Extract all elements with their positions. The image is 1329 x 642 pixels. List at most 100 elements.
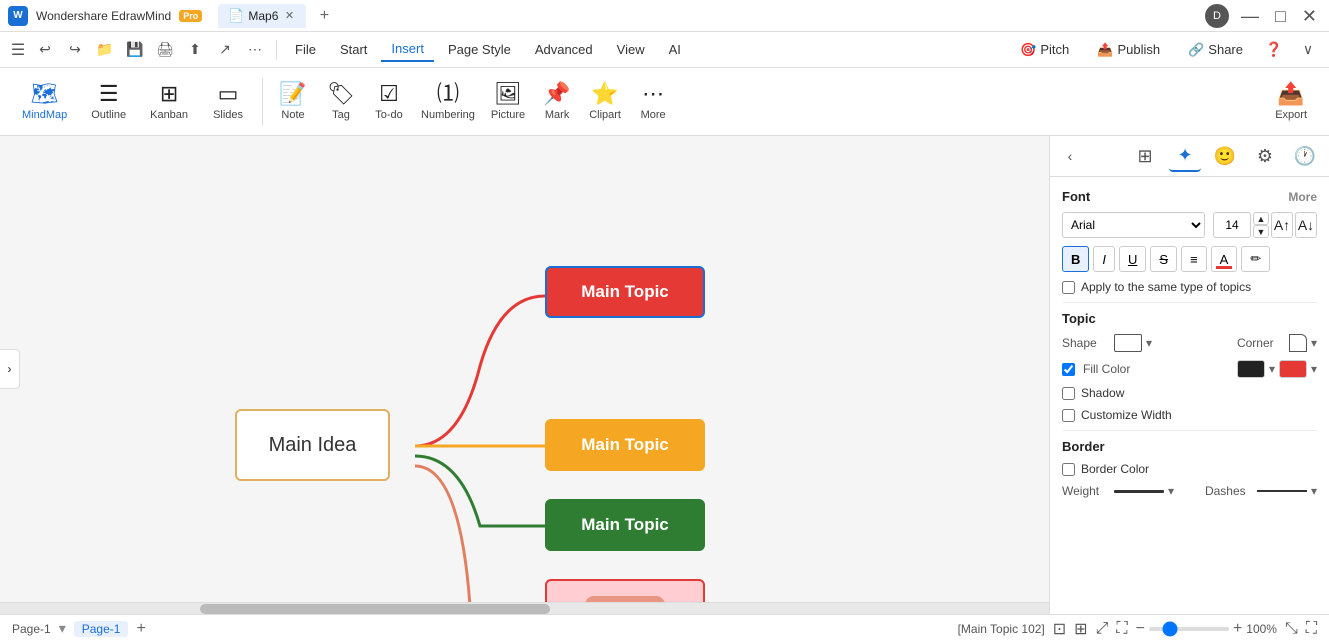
dashes-dropdown[interactable]: ▾ <box>1311 484 1317 498</box>
chevron-btn[interactable]: ∨ <box>1295 37 1321 63</box>
menu-file[interactable]: File <box>285 38 326 61</box>
panel-clock-btn[interactable]: 🕐 <box>1289 140 1321 172</box>
clipart-icon: ⭐ <box>591 83 618 105</box>
save-btn[interactable]: 💾 <box>122 37 148 63</box>
fill-color-red-swatch[interactable] <box>1279 360 1307 378</box>
menu-view[interactable]: View <box>607 38 655 61</box>
panel-gear-btn[interactable]: ⚙ <box>1249 140 1281 172</box>
panel-ai-btn[interactable]: ✦ <box>1169 140 1201 172</box>
menu-pagestyle[interactable]: Page Style <box>438 38 521 61</box>
border-color-checkbox[interactable] <box>1062 463 1075 476</box>
toolbar-numbering[interactable]: ⑴ Numbering <box>415 79 481 125</box>
toolbar-mindmap[interactable]: 🗺 MindMap <box>12 79 77 125</box>
shape-dropdown-btn[interactable]: ▾ <box>1146 336 1152 350</box>
topic-node-1[interactable]: Main Topic <box>545 266 705 318</box>
italic-btn[interactable]: I <box>1093 246 1115 272</box>
panel-layout-btn[interactable]: ⊞ <box>1129 140 1161 172</box>
corner-box[interactable] <box>1289 334 1307 352</box>
zoom-out-btn[interactable]: − <box>1136 620 1145 638</box>
mark-icon: 📌 <box>543 83 570 105</box>
fullscreen-icon[interactable]: ⛶ <box>1116 620 1127 638</box>
zoom-slider[interactable] <box>1149 627 1229 631</box>
topic-node-4[interactable] <box>545 579 705 602</box>
toolbar-note[interactable]: 📝 Note <box>271 79 315 125</box>
font-color-btn[interactable]: A <box>1211 246 1238 272</box>
bold-btn[interactable]: B <box>1062 246 1089 272</box>
toolbar-todo[interactable]: ☑ To-do <box>367 79 411 125</box>
menu-advanced[interactable]: Advanced <box>525 38 603 61</box>
shape-box[interactable] <box>1114 334 1142 352</box>
toolbar-mark[interactable]: 📌 Mark <box>535 79 579 125</box>
panel-collapse-btn[interactable]: › <box>0 349 20 389</box>
file-tab[interactable]: 📄 Map6 ✕ <box>218 4 306 28</box>
zoom-in-btn[interactable]: + <box>1233 620 1242 638</box>
font-size-down-btn[interactable]: ▼ <box>1253 225 1269 238</box>
grid-icon[interactable]: ⊞ <box>1074 619 1087 639</box>
maximize-btn[interactable]: □ <box>1271 5 1290 27</box>
scrollbar-thumb[interactable] <box>200 604 550 614</box>
font-more-link[interactable]: More <box>1288 190 1317 204</box>
customize-width-checkbox[interactable] <box>1062 409 1075 422</box>
toolbar-picture[interactable]: 🖼 Picture <box>485 79 531 125</box>
help-btn[interactable]: ❓ <box>1261 37 1287 63</box>
export-icon-btn[interactable]: ⬆ <box>182 37 208 63</box>
expand-icon[interactable]: ⤢ <box>1096 620 1109 638</box>
strikethrough-btn[interactable]: S <box>1150 246 1177 272</box>
fill-color-black-swatch[interactable] <box>1237 360 1265 378</box>
font-increase-btn[interactable]: A↑ <box>1271 212 1293 238</box>
canvas[interactable]: Main Idea Main Topic Main Topic Main Top… <box>0 136 1049 602</box>
tab-close-btn[interactable]: ✕ <box>282 9 296 23</box>
shadow-checkbox[interactable] <box>1062 387 1075 400</box>
redo-btn[interactable]: ↪ <box>62 37 88 63</box>
share-btn[interactable]: 🔗 Share <box>1178 38 1253 62</box>
toolbar-export[interactable]: 📤 Export <box>1265 79 1317 125</box>
topic-node-3[interactable]: Main Topic <box>545 499 705 551</box>
menu-start[interactable]: Start <box>330 38 377 61</box>
underline-btn[interactable]: U <box>1119 246 1146 272</box>
corner-dropdown-btn[interactable]: ▾ <box>1311 336 1317 350</box>
print-btn[interactable]: 🖨 <box>152 37 178 63</box>
font-family-select[interactable]: Arial Times New Roman <box>1062 212 1205 238</box>
sidebar-toggle[interactable]: ☰ <box>8 40 28 60</box>
font-size-up-btn[interactable]: ▲ <box>1253 212 1269 225</box>
toolbar-more[interactable]: ⋯ More <box>631 79 675 125</box>
toolbar-outline[interactable]: ☰ Outline <box>81 79 136 125</box>
fill-black-dropdown[interactable]: ▾ <box>1269 362 1275 376</box>
align-btn[interactable]: ≡ <box>1181 246 1207 272</box>
close-btn[interactable]: ✕ <box>1298 5 1321 27</box>
view-expand-icon[interactable]: ⛶ <box>1306 620 1317 638</box>
font-size-input[interactable] <box>1213 212 1251 238</box>
font-decrease-btn[interactable]: A↓ <box>1295 212 1317 238</box>
horizontal-scrollbar[interactable] <box>0 602 1049 614</box>
apply-same-type-checkbox[interactable] <box>1062 281 1075 294</box>
weight-dropdown[interactable]: ▾ <box>1168 484 1174 498</box>
page-dropdown-btn[interactable]: ▾ <box>59 620 66 637</box>
new-tab-btn[interactable]: + <box>314 6 334 26</box>
share-icon-btn[interactable]: ↗ <box>212 37 238 63</box>
add-page-btn[interactable]: + <box>136 620 145 638</box>
fit-icon[interactable]: ⊡ <box>1053 619 1066 639</box>
menu-insert[interactable]: Insert <box>381 37 434 62</box>
panel-collapse-icon[interactable]: ‹ <box>1058 144 1082 168</box>
pitch-btn[interactable]: 🎯 Pitch <box>1010 38 1079 62</box>
fill-color-checkbox[interactable] <box>1062 363 1075 376</box>
panel-emoji-btn[interactable]: 🙂 <box>1209 140 1241 172</box>
toolbar-clipart[interactable]: ⭐ Clipart <box>583 79 627 125</box>
toolbar-kanban[interactable]: ⊞ Kanban <box>140 79 198 125</box>
active-page-tab[interactable]: Page-1 <box>74 621 129 637</box>
publish-btn[interactable]: 📤 Publish <box>1087 38 1170 62</box>
avatar[interactable]: D <box>1205 4 1229 28</box>
topic-node-2[interactable]: Main Topic <box>545 419 705 471</box>
menu-ai[interactable]: AI <box>659 38 691 61</box>
minimize-btn[interactable]: — <box>1237 5 1263 27</box>
main-idea-node[interactable]: Main Idea <box>235 409 390 481</box>
highlight-btn[interactable]: ✏ <box>1241 246 1270 272</box>
open-btn[interactable]: 📁 <box>92 37 118 63</box>
view-fit-icon[interactable]: ⤡ <box>1285 620 1298 638</box>
toolbar-slides[interactable]: ▭ Slides <box>202 79 254 125</box>
menu-separator <box>276 40 277 60</box>
more-icon-btn[interactable]: ⋯ <box>242 37 268 63</box>
undo-btn[interactable]: ↩ <box>32 37 58 63</box>
fill-red-dropdown[interactable]: ▾ <box>1311 362 1317 376</box>
toolbar-tag[interactable]: 🏷 Tag <box>319 79 363 125</box>
